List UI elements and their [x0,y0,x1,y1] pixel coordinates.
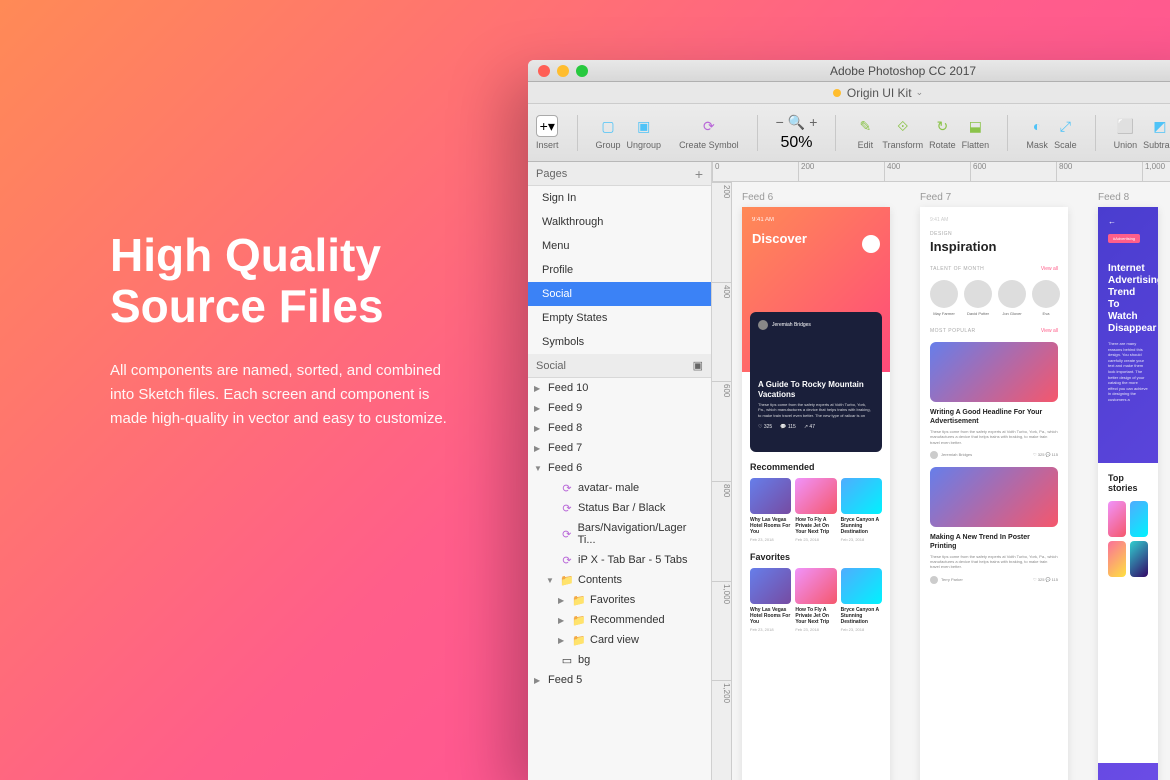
page-item[interactable]: Social [528,282,711,306]
layer-row[interactable]: ▶Feed 7 [528,438,711,458]
transform-button[interactable]: ⟐Transform [882,115,923,150]
avatar-item: David Potter [964,280,992,316]
hero-card: Jeremiah Bridges A Guide To Rocky Mounta… [750,312,882,452]
avatar-item: May Farmer [930,280,958,316]
edit-icon: ✎ [854,115,876,137]
pages-header: Pages + [528,162,711,186]
mask-icon: ◐ [1026,115,1048,137]
union-button[interactable]: ⬜Union [1114,115,1138,150]
zoom-in-icon[interactable]: + [809,114,817,130]
sidebar: Pages + Sign InWalkthroughMenuProfileSoc… [528,162,712,780]
symbol-icon: ⟳ [698,115,720,137]
layer-row[interactable]: ⟳iP X - Tab Bar - 5 Tabs [528,550,711,570]
layer-row[interactable]: ▶Feed 10 [528,378,711,398]
minimize-icon[interactable] [557,65,569,77]
add-page-button[interactable]: + [695,166,703,182]
mini-card: How To Fly A Private Jet On Your Next Tr… [795,568,836,632]
layers-list: ▶Feed 10▶Feed 9▶Feed 8▶Feed 7▼Feed 6⟳ava… [528,378,711,690]
zoom-out-icon[interactable]: − [776,114,784,130]
promo-headline: High Quality Source Files [110,230,450,331]
toolbar: +▾ Insert ▢Group ▣Ungroup ⟳Create Symbol… [528,104,1170,162]
layers-header: Social ▣ [528,354,711,378]
ruler-vertical: 2004006008001,0001,200 [712,182,732,780]
layer-row[interactable]: ⟳Bars/Navigation/Lager Ti... [528,518,711,550]
layer-row[interactable]: ▭bg [528,650,711,670]
chevron-down-icon: ⌄ [916,87,924,98]
group-button[interactable]: ▢Group [596,115,621,150]
mini-card: How To Fly A Private Jet On Your Next Tr… [795,478,836,542]
artboard-feed7[interactable]: Feed 7 9:41 AM DESIGN Inspiration TALENT… [920,192,1068,780]
ruler-horizontal: 02004006008001,000 [712,162,1170,182]
likes-stat: ♡ 325 [758,424,772,430]
group-icon: ▢ [597,115,619,137]
app-window: Adobe Photoshop CC 2017 Origin UI Kit ⌄ … [528,60,1170,780]
page-item[interactable]: Walkthrough [528,210,711,234]
layer-row[interactable]: ▶📁Recommended [528,610,711,630]
avatar [862,235,880,253]
avatar-item: Jon Glover [998,280,1026,316]
plus-icon: +▾ [536,115,558,137]
status-bar: 9:41 AM [752,217,880,223]
artboard-feed8[interactable]: Feed 8 ← #Advertising Internet Advertisi… [1098,192,1158,780]
mini-card: Why Las Vegas Hotel Rooms For YouFeb 23,… [750,568,791,632]
layer-row[interactable]: ▶📁Favorites [528,590,711,610]
page-item[interactable]: Menu [528,234,711,258]
titlebar: Adobe Photoshop CC 2017 [528,60,1170,82]
promo-panel: High Quality Source Files All components… [110,230,450,431]
layers-toggle-icon[interactable]: ▣ [693,359,703,372]
document-title-bar[interactable]: Origin UI Kit ⌄ [528,82,1170,104]
page-item[interactable]: Sign In [528,186,711,210]
transform-icon: ⟐ [892,115,914,137]
edit-button[interactable]: ✎Edit [854,115,876,150]
post-card: Writing A Good Headline For Your Adverti… [930,342,1058,459]
pages-list: Sign InWalkthroughMenuProfileSocialEmpty… [528,186,711,354]
avatar-icon [758,320,768,330]
page-item[interactable]: Symbols [528,330,711,354]
layer-row[interactable]: ⟳Status Bar / Black [528,498,711,518]
flatten-button[interactable]: ⬓Flatten [962,115,990,150]
rotate-icon: ↻ [931,115,953,137]
traffic-lights [538,65,588,77]
promo-body: All components are named, sorted, and co… [110,359,450,431]
union-icon: ⬜ [1114,115,1136,137]
comments-stat: 💬 115 [780,424,796,430]
back-icon: ← [1108,217,1148,226]
layer-row[interactable]: ▶📁Card view [528,630,711,650]
subtract-icon: ◩ [1149,115,1170,137]
close-icon[interactable] [538,65,550,77]
flatten-icon: ⬓ [964,115,986,137]
create-symbol-button[interactable]: ⟳Create Symbol [679,115,739,150]
mini-card: Why Las Vegas Hotel Rooms For YouFeb 23,… [750,478,791,542]
layer-row[interactable]: ▶Feed 9 [528,398,711,418]
insert-button[interactable]: +▾ Insert [536,115,559,150]
ungroup-icon: ▣ [633,115,655,137]
mask-button[interactable]: ◐Mask [1026,115,1048,150]
shares-stat: ↗ 47 [804,424,815,430]
hero-title: Discover [752,231,880,246]
magnifier-icon: 🔍 [788,114,805,131]
scale-button[interactable]: ⤢Scale [1054,115,1077,150]
mini-card: Bryce Canyon A Stunning DestinationFeb 2… [841,568,882,632]
layer-row[interactable]: ▶Feed 5 [528,670,711,690]
document-title: Origin UI Kit [847,86,912,100]
mini-card: Bryce Canyon A Stunning DestinationFeb 2… [841,478,882,542]
scale-icon: ⤢ [1054,115,1076,137]
artboard-feed6[interactable]: Feed 6 9:41 AM Discover Jeremiah Bridges… [742,192,890,780]
layer-row[interactable]: ▼Feed 6 [528,458,711,478]
layer-row[interactable]: ⟳avatar- male [528,478,711,498]
app-title: Adobe Photoshop CC 2017 [588,64,1170,78]
page-item[interactable]: Profile [528,258,711,282]
subtract-button[interactable]: ◩Subtract [1143,115,1170,150]
ungroup-button[interactable]: ▣Ungroup [627,115,662,150]
maximize-icon[interactable] [576,65,588,77]
layer-row[interactable]: ▶Feed 8 [528,418,711,438]
layer-row[interactable]: ▼📁Contents [528,570,711,590]
canvas[interactable]: 02004006008001,000 2004006008001,0001,20… [712,162,1170,780]
unsaved-dot-icon [833,89,841,97]
rotate-button[interactable]: ↻Rotate [929,115,956,150]
avatar-item: Eva [1032,280,1060,316]
post-card: Making A New Trend In Poster PrintingThe… [930,467,1058,584]
page-item[interactable]: Empty States [528,306,711,330]
zoom-control[interactable]: −🔍+ 50% [776,114,818,152]
